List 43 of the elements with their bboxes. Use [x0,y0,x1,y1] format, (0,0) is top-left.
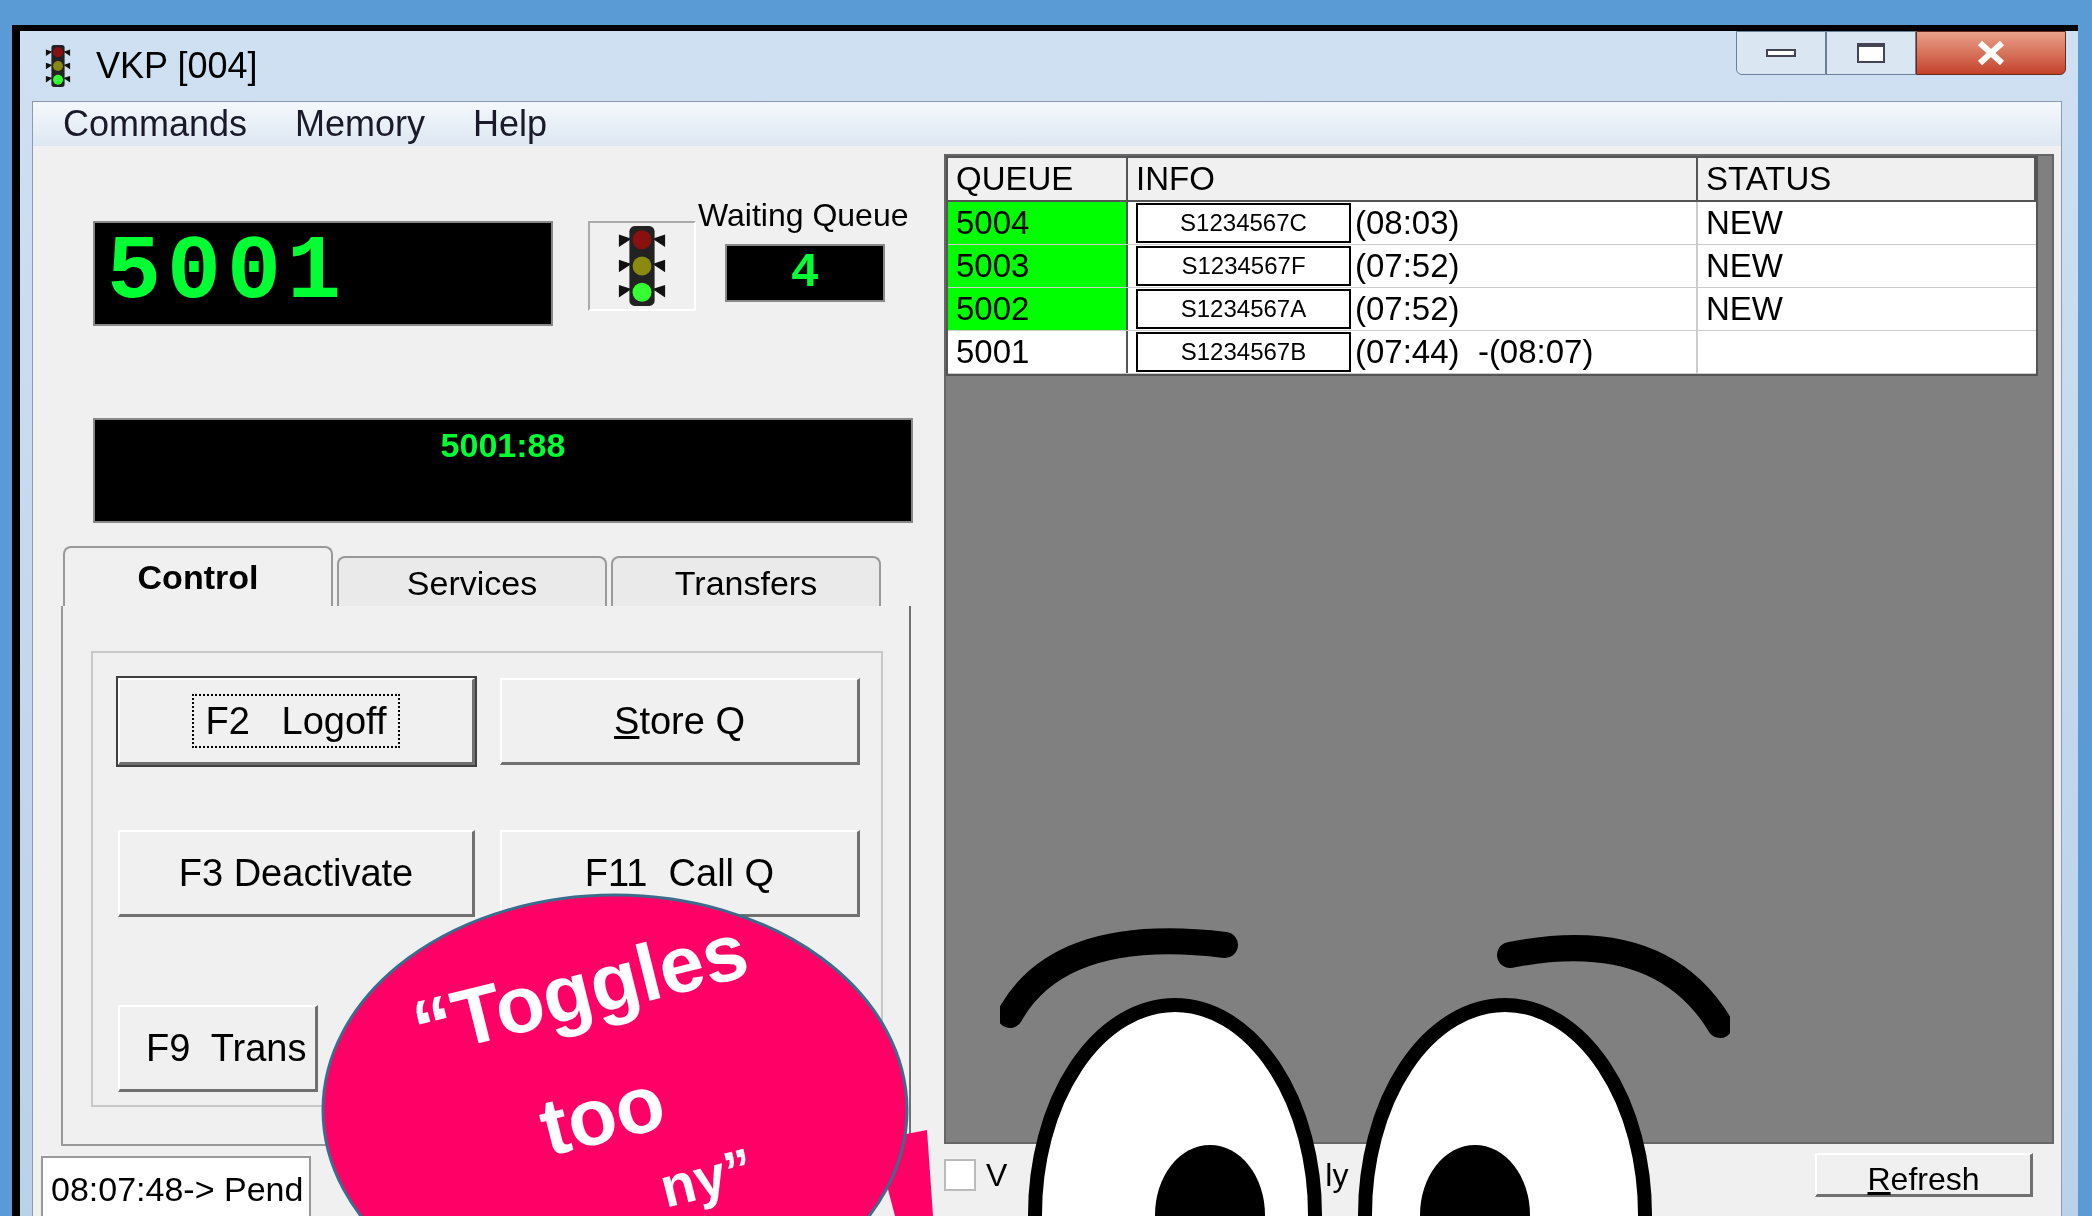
close-button[interactable] [1916,31,2066,75]
menu-item[interactable]: Memory [295,97,426,151]
command-button[interactable]: Store Q [500,678,860,765]
current-number-display: 5001 [93,221,553,326]
queue-cell: 5003 [948,245,1128,287]
info-cell-text: (07:52) [1355,246,1460,287]
window-title: VKP [004] [96,44,258,88]
minimize-icon [1766,49,1796,57]
queue-cell: 5004 [948,202,1128,244]
menu-item[interactable]: Help [473,97,548,151]
ticket-field: S1234567B [1136,332,1351,372]
command-button[interactable]: F3 Deactivate [118,830,475,917]
tab[interactable]: Services [337,556,607,606]
status-log-field: 08:07:48-> Pend [41,1156,311,1216]
maximize-button[interactable] [1826,31,1916,75]
command-button[interactable]: F2 Logoff [118,678,475,765]
status-cell-text: NEW [1706,289,1783,330]
queue-cell: 5002 [948,288,1128,330]
column-header[interactable]: INFO [1128,158,1698,200]
checkbox[interactable] [944,1159,976,1191]
refresh-button[interactable]: Refresh [1815,1153,2033,1197]
ticket-field: S1234567F [1136,246,1351,286]
ticket-field: S1234567A [1136,289,1351,329]
info-cell-text: (08:03) [1355,203,1460,244]
minimize-button[interactable] [1736,31,1826,75]
column-header[interactable]: STATUS [1698,158,2036,200]
maximize-icon [1857,43,1885,63]
waiting-count-display: 4 [725,244,885,302]
status-cell-text: NEW [1706,246,1783,287]
tab[interactable]: Transfers [611,556,881,606]
status-cell-text: NEW [1706,203,1783,244]
command-button[interactable]: F9 Trans [118,1005,318,1092]
info-cell-text: (07:52) [1355,289,1460,330]
info-cell-text: (07:44) -(08:07) [1355,332,1594,373]
column-header[interactable]: QUEUE [948,158,1128,200]
close-icon [1976,40,2006,66]
checkbox-label: V [986,1156,1008,1195]
waiting-queue-label: Waiting Queue [698,196,909,235]
message-display: 5001:88 [93,418,913,523]
tab[interactable]: Control [63,546,333,606]
checkbox-label: ly [1325,1156,1349,1195]
menu-item[interactable]: Commands [63,97,248,151]
ticket-field: S1234567C [1136,203,1351,243]
